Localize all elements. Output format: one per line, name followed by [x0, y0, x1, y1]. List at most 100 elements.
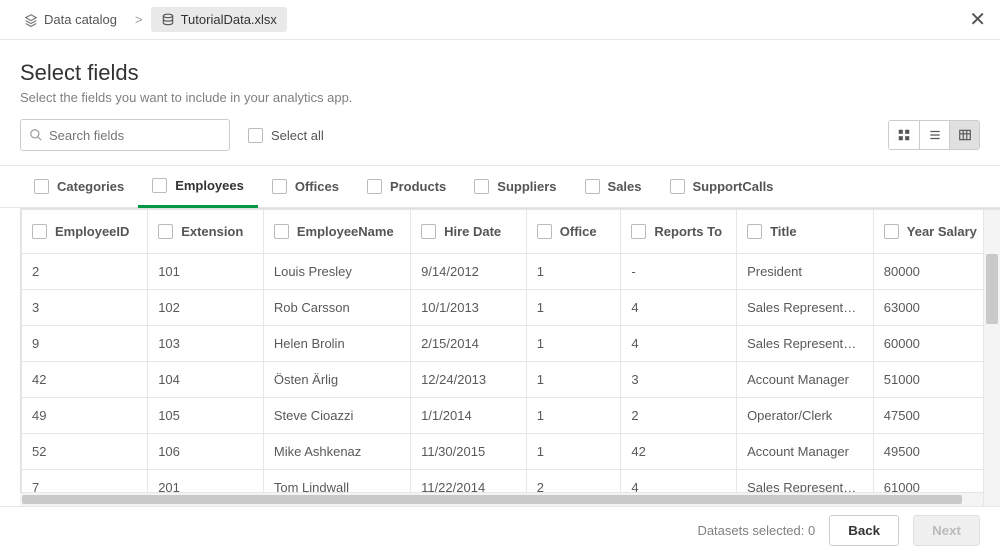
table-cell: 1	[526, 326, 621, 362]
column-checkbox[interactable]	[158, 224, 173, 239]
table-cell: Steve Cioazzi	[263, 398, 410, 434]
tab-checkbox[interactable]	[585, 179, 600, 194]
select-all-label: Select all	[271, 128, 324, 143]
table-row[interactable]: 2101Louis Presley9/14/20121-President800…	[22, 254, 1000, 290]
column-header[interactable]: Hire Date	[411, 210, 527, 254]
close-icon[interactable]: ✕	[969, 10, 986, 30]
layers-icon	[24, 13, 38, 27]
table-cell: 2	[22, 254, 148, 290]
table-row[interactable]: 3102Rob Carsson10/1/201314Sales Represen…	[22, 290, 1000, 326]
table-cell: 60000	[873, 326, 999, 362]
column-checkbox[interactable]	[631, 224, 646, 239]
column-header[interactable]: Extension	[148, 210, 264, 254]
table-cell: 51000	[873, 362, 999, 398]
column-checkbox[interactable]	[32, 224, 47, 239]
tab-label: Categories	[57, 179, 124, 194]
table-cell: 80000	[873, 254, 999, 290]
tab-checkbox[interactable]	[272, 179, 287, 194]
tab-checkbox[interactable]	[34, 179, 49, 194]
tab-supportcalls[interactable]: SupportCalls	[656, 166, 788, 207]
table-cell: 49	[22, 398, 148, 434]
breadcrumb-root-label: Data catalog	[44, 12, 117, 27]
table-cell: 106	[148, 434, 264, 470]
search-box[interactable]	[20, 119, 230, 151]
database-icon	[161, 13, 175, 27]
scrollbar-thumb[interactable]	[986, 254, 998, 324]
table-cell: Louis Presley	[263, 254, 410, 290]
tab-label: Suppliers	[497, 179, 556, 194]
back-button[interactable]: Back	[829, 515, 899, 546]
toolbar: Select all	[0, 119, 1000, 165]
column-checkbox[interactable]	[747, 224, 762, 239]
select-all-checkbox[interactable]	[248, 128, 263, 143]
datasets-selected-status: Datasets selected: 0	[697, 523, 815, 538]
tab-label: Products	[390, 179, 446, 194]
grid-icon	[897, 128, 911, 142]
tab-checkbox[interactable]	[474, 179, 489, 194]
breadcrumb-current-label: TutorialData.xlsx	[181, 12, 277, 27]
table-cell: 42	[22, 362, 148, 398]
tab-products[interactable]: Products	[353, 166, 460, 207]
tab-suppliers[interactable]: Suppliers	[460, 166, 570, 207]
table-cell: 4	[621, 326, 737, 362]
next-button[interactable]: Next	[913, 515, 980, 546]
table-cell: 105	[148, 398, 264, 434]
table-cell: Account Manager	[737, 434, 874, 470]
select-all[interactable]: Select all	[248, 128, 324, 143]
tab-label: Sales	[608, 179, 642, 194]
tab-categories[interactable]: Categories	[20, 166, 138, 207]
column-header[interactable]: Office	[526, 210, 621, 254]
view-grid-button[interactable]	[889, 121, 919, 149]
column-checkbox[interactable]	[884, 224, 899, 239]
search-icon	[29, 128, 43, 142]
column-header[interactable]: EmployeeName	[263, 210, 410, 254]
tab-offices[interactable]: Offices	[258, 166, 353, 207]
table-cell: 63000	[873, 290, 999, 326]
table-row[interactable]: 52106Mike Ashkenaz11/30/2015142Account M…	[22, 434, 1000, 470]
data-table: EmployeeID ExtensionEmployeeNameHire Date…	[21, 209, 1000, 506]
tab-employees[interactable]: Employees	[138, 166, 258, 208]
table-cell: President	[737, 254, 874, 290]
table-row[interactable]: 49105Steve Cioazzi1/1/201412Operator/Cle…	[22, 398, 1000, 434]
column-header[interactable]: EmployeeID	[22, 210, 148, 254]
tab-checkbox[interactable]	[670, 179, 685, 194]
column-header[interactable]: Title	[737, 210, 874, 254]
tab-label: Offices	[295, 179, 339, 194]
table-row[interactable]: 42104Östen Ärlig12/24/201313Account Mana…	[22, 362, 1000, 398]
tab-checkbox[interactable]	[367, 179, 382, 194]
table-row[interactable]: 9103Helen Brolin2/15/201414Sales Represe…	[22, 326, 1000, 362]
view-list-button[interactable]	[919, 121, 949, 149]
column-header[interactable]: Year Salary	[873, 210, 999, 254]
view-toggle	[888, 120, 980, 150]
column-label: EmployeeID	[55, 224, 129, 239]
breadcrumb-root[interactable]: Data catalog	[14, 7, 127, 32]
column-checkbox[interactable]	[421, 224, 436, 239]
table-cell: 2/15/2014	[411, 326, 527, 362]
page-subtitle: Select the fields you want to include in…	[20, 90, 980, 105]
column-checkbox[interactable]	[537, 224, 552, 239]
horizontal-scrollbar[interactable]	[20, 492, 983, 506]
table-cell: 11/30/2015	[411, 434, 527, 470]
search-input[interactable]	[49, 128, 225, 143]
tabs-bar: Categories Employees Offices Products Suppli…	[0, 165, 1000, 208]
table-cell: 1/1/2014	[411, 398, 527, 434]
table-cell: Mike Ashkenaz	[263, 434, 410, 470]
view-table-button[interactable]	[949, 121, 979, 149]
scrollbar-thumb[interactable]	[22, 495, 962, 504]
tab-label: SupportCalls	[693, 179, 774, 194]
column-label: Reports To	[654, 224, 722, 239]
breadcrumb-separator: >	[135, 12, 143, 27]
tab-checkbox[interactable]	[152, 178, 167, 193]
column-checkbox[interactable]	[274, 224, 289, 239]
table-cell: 12/24/2013	[411, 362, 527, 398]
table-cell: 2	[621, 398, 737, 434]
table-cell: Rob Carsson	[263, 290, 410, 326]
table-cell: Helen Brolin	[263, 326, 410, 362]
tab-sales[interactable]: Sales	[571, 166, 656, 207]
column-header[interactable]: Reports To	[621, 210, 737, 254]
table-cell: 104	[148, 362, 264, 398]
breadcrumb-current[interactable]: TutorialData.xlsx	[151, 7, 287, 32]
table-cell: Account Manager	[737, 362, 874, 398]
table-cell: 3	[22, 290, 148, 326]
vertical-scrollbar[interactable]	[983, 210, 1000, 506]
